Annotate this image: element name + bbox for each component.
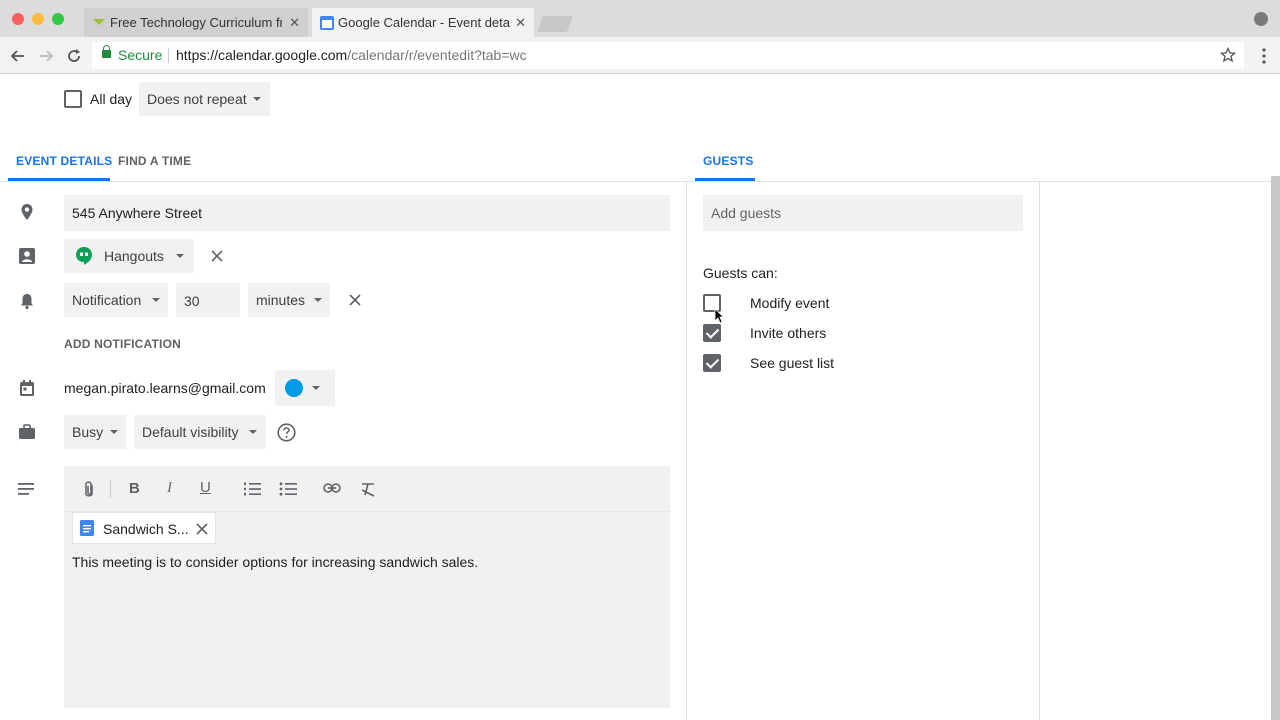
- lock-icon: [102, 45, 111, 58]
- new-tab-button[interactable]: [537, 16, 573, 32]
- people-icon: [19, 248, 35, 264]
- url-text: https://calendar.google.com/calendar/r/e…: [176, 42, 527, 69]
- browser-tab-title: Free Technology Curriculum fr: [110, 15, 282, 30]
- chevron-down-icon: [312, 386, 320, 390]
- bold-icon[interactable]: B: [129, 480, 140, 497]
- bulleted-list-icon[interactable]: [279, 481, 297, 497]
- link-icon[interactable]: [323, 482, 341, 494]
- bookmark-star-icon[interactable]: [1220, 47, 1236, 63]
- remove-attachment-icon[interactable]: [195, 522, 209, 536]
- browser-menu-icon[interactable]: [1262, 48, 1266, 64]
- cs-first-favicon-icon: [93, 19, 105, 25]
- browser-tab-calendar[interactable]: Google Calendar - Event detail ✕: [312, 8, 534, 37]
- tab-guests[interactable]: GUESTS: [703, 154, 754, 168]
- invite-others-checkbox[interactable]: [703, 324, 721, 342]
- availability-value: Busy: [72, 424, 104, 440]
- url-host: https://calendar.google.com: [176, 47, 348, 63]
- notification-unit-value: minutes: [256, 292, 306, 308]
- repeat-dropdown[interactable]: Does not repeat: [139, 82, 270, 116]
- attachment-chip[interactable]: Sandwich S...: [72, 512, 216, 544]
- browser-tab-bar: Free Technology Curriculum fr ✕ Google C…: [0, 0, 1280, 37]
- see-guest-list-checkbox[interactable]: [703, 354, 721, 372]
- modify-event-label: Modify event: [750, 295, 830, 311]
- see-guest-list-label: See guest list: [750, 355, 835, 371]
- repeat-value: Does not repeat: [147, 91, 247, 107]
- chevron-down-icon: [314, 298, 322, 302]
- close-icon[interactable]: ✕: [515, 8, 526, 37]
- description-editor[interactable]: B I U Sandwich S... This meeting is to c…: [64, 466, 670, 708]
- paperclip-icon[interactable]: [82, 480, 96, 500]
- window-close-button[interactable]: [12, 13, 24, 25]
- all-day-checkbox[interactable]: [64, 90, 82, 108]
- notification-unit-dropdown[interactable]: minutes: [248, 283, 330, 317]
- remove-conferencing-icon[interactable]: [210, 249, 224, 263]
- profile-icon[interactable]: [1254, 12, 1268, 26]
- briefcase-icon: [19, 424, 35, 439]
- conferencing-dropdown[interactable]: Hangouts: [64, 239, 194, 273]
- chevron-down-icon: [176, 254, 184, 258]
- address-bar[interactable]: Secure https://calendar.google.com/calen…: [92, 42, 1244, 69]
- help-circle-icon[interactable]: [277, 423, 296, 442]
- color-swatch: [285, 379, 303, 397]
- guests-can-label: Guests can:: [703, 265, 778, 281]
- address-divider: [168, 48, 169, 63]
- location-pin-icon: [21, 204, 33, 220]
- tabs-divider: [0, 181, 1280, 182]
- chevron-down-icon: [253, 97, 261, 101]
- event-color-dropdown[interactable]: [275, 370, 335, 406]
- add-guests-placeholder: Add guests: [711, 205, 782, 221]
- calendar-owner: megan.pirato.learns@gmail.com: [64, 380, 266, 396]
- invite-others-label: Invite others: [750, 325, 827, 341]
- close-icon[interactable]: ✕: [289, 8, 300, 37]
- forward-arrow-icon[interactable]: [38, 48, 54, 64]
- add-guests-input[interactable]: Add guests: [703, 195, 1023, 231]
- url-path: /calendar/r/eventedit?tab=wc: [347, 47, 527, 63]
- tab-event-details[interactable]: EVENT DETAILS: [16, 154, 112, 168]
- calendar-favicon-icon: [320, 16, 334, 30]
- description-text: This meeting is to consider options for …: [72, 554, 479, 570]
- visibility-value: Default visibility: [142, 424, 239, 440]
- availability-dropdown[interactable]: Busy: [64, 415, 126, 449]
- text-lines-icon: [18, 483, 34, 495]
- chevron-down-icon: [110, 430, 118, 434]
- chevron-down-icon: [249, 430, 257, 434]
- page-scrollbar[interactable]: [1271, 176, 1280, 720]
- toolbar-separator: [110, 480, 111, 498]
- window-zoom-button[interactable]: [52, 13, 64, 25]
- location-input[interactable]: 545 Anywhere Street: [64, 195, 670, 231]
- browser-toolbar: Secure https://calendar.google.com/calen…: [0, 37, 1280, 74]
- remove-notification-icon[interactable]: [348, 293, 362, 307]
- window-minimize-button[interactable]: [32, 13, 44, 25]
- calendar-icon: [20, 380, 34, 396]
- back-arrow-icon[interactable]: [10, 48, 26, 64]
- hangouts-icon: [76, 247, 92, 265]
- all-day-label: All day: [90, 91, 133, 107]
- conferencing-value: Hangouts: [104, 248, 164, 264]
- notification-type-value: Notification: [72, 292, 142, 308]
- reload-icon[interactable]: [66, 48, 82, 64]
- remove-formatting-icon[interactable]: [360, 481, 376, 497]
- mouse-cursor-icon: [714, 308, 724, 324]
- location-value: 545 Anywhere Street: [72, 205, 202, 221]
- add-notification-button[interactable]: ADD NOTIFICATION: [64, 337, 181, 351]
- notification-amount-input[interactable]: 30: [176, 283, 240, 317]
- google-doc-icon: [80, 520, 94, 536]
- secure-label: Secure: [118, 47, 163, 63]
- bell-icon: [21, 294, 33, 310]
- italic-icon[interactable]: I: [167, 480, 172, 497]
- tab-find-a-time[interactable]: FIND A TIME: [118, 154, 191, 168]
- column-divider: [686, 182, 687, 720]
- guests-right-divider: [1039, 182, 1040, 720]
- browser-tab-curriculum[interactable]: Free Technology Curriculum fr ✕: [84, 8, 308, 37]
- chevron-down-icon: [152, 298, 160, 302]
- numbered-list-icon[interactable]: [243, 481, 261, 497]
- underline-icon[interactable]: U: [200, 479, 211, 496]
- attachment-name: Sandwich S...: [103, 521, 189, 537]
- visibility-dropdown[interactable]: Default visibility: [134, 415, 266, 449]
- notification-amount-value: 30: [184, 293, 200, 309]
- notification-type-dropdown[interactable]: Notification: [64, 283, 168, 317]
- browser-tab-title: Google Calendar - Event detail: [338, 15, 510, 30]
